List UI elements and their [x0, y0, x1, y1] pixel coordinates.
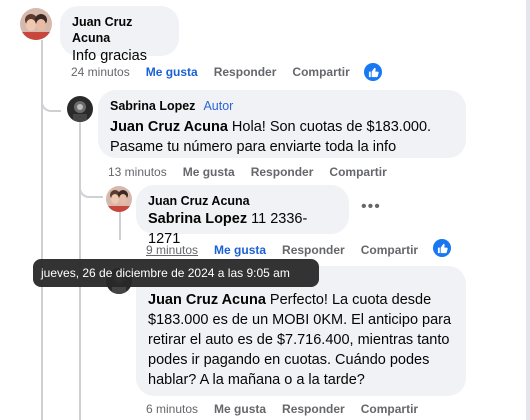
comment-text: Juan Cruz Acuna Perfecto! La cuota desde… — [148, 290, 454, 390]
reply-button[interactable]: Responder — [282, 402, 345, 416]
thread-line-reply-2 — [119, 212, 121, 240]
comment-bubble: Juan Cruz Acuna Sabrina Lopez 11 2336-12… — [136, 185, 349, 247]
comment-actions: 13 minutos Me gusta Responder Compartir — [108, 165, 403, 179]
thumbs-up-icon[interactable] — [433, 239, 451, 257]
reply-button[interactable]: Responder — [282, 243, 345, 257]
avatar[interactable] — [67, 96, 93, 122]
thumbs-up-icon[interactable] — [364, 63, 382, 81]
comment-actions: 9 minutos Me gusta Responder Compartir — [146, 243, 434, 257]
comment-time[interactable]: 24 minutos — [71, 65, 130, 79]
comment-time[interactable]: 6 minutos — [146, 402, 198, 416]
comment-time[interactable]: 9 minutos — [146, 243, 198, 257]
avatar[interactable] — [20, 8, 52, 40]
reply-button[interactable]: Responder — [251, 165, 314, 179]
mention-link[interactable]: Juan Cruz Acuna — [110, 119, 228, 135]
author-badge: Autor — [203, 99, 234, 113]
share-button[interactable]: Compartir — [361, 243, 418, 257]
like-button[interactable]: Me gusta — [214, 402, 266, 416]
comment-time[interactable]: 13 minutos — [108, 165, 167, 179]
comment-bubble: Sabrina Lopez Autor Juan Cruz Acuna Hola… — [98, 90, 466, 158]
thread-curve-reply-1 — [41, 88, 61, 112]
scrollbar[interactable] — [526, 0, 530, 420]
like-button[interactable]: Me gusta — [146, 65, 198, 79]
share-button[interactable]: Compartir — [292, 65, 349, 79]
comment-actions: 6 minutos Me gusta Responder Compartir — [146, 402, 434, 416]
like-button[interactable]: Me gusta — [183, 165, 235, 179]
share-button[interactable]: Compartir — [361, 402, 418, 416]
comment-author[interactable]: Sabrina Lopez — [110, 98, 195, 114]
comment-text: Info gracias — [72, 48, 147, 64]
comment-author[interactable]: Juan Cruz Acuna — [72, 14, 167, 46]
avatar[interactable] — [106, 186, 132, 212]
comment-actions: 24 minutos Me gusta Responder Compartir — [71, 65, 366, 79]
reply-button[interactable]: Responder — [214, 65, 277, 79]
timestamp-tooltip: jueves, 26 de diciembre de 2024 a las 9:… — [33, 259, 319, 287]
thread-curve-reply-2 — [79, 178, 103, 198]
share-button[interactable]: Compartir — [329, 165, 386, 179]
comment-text: Juan Cruz Acuna Hola! Son cuotas de $183… — [110, 117, 454, 157]
comment-bubble: Juan Cruz Acuna Info gracias — [60, 6, 179, 64]
mention-link[interactable]: Juan Cruz Acuna — [148, 292, 266, 308]
more-options-icon[interactable]: ••• — [361, 198, 381, 216]
tooltip-text: jueves, 26 de diciembre de 2024 a las 9:… — [41, 266, 290, 280]
like-button[interactable]: Me gusta — [214, 243, 266, 257]
mention-link[interactable]: Sabrina Lopez — [148, 211, 247, 227]
comment-author[interactable]: Juan Cruz Acuna — [148, 193, 337, 209]
